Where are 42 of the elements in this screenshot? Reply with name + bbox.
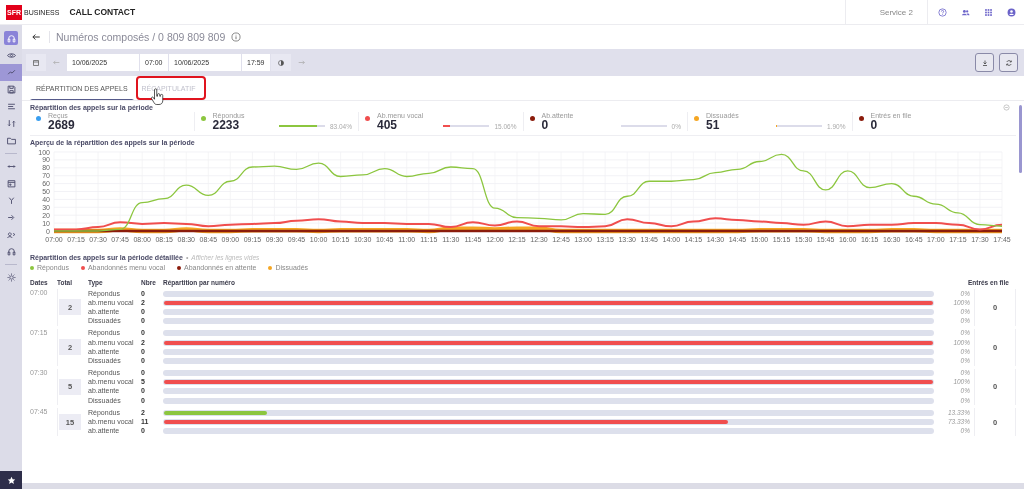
- user-icon: [6, 230, 16, 239]
- service-selector[interactable]: Service 2: [844, 0, 928, 24]
- account-icon[interactable]: [1007, 7, 1016, 17]
- stat-value: 51: [706, 119, 721, 131]
- calendar-icon: [6, 179, 16, 188]
- headset-icon: [6, 247, 16, 256]
- swap-icon: [6, 119, 16, 128]
- favorites-button[interactable]: [0, 471, 22, 489]
- trend-icon: [6, 68, 16, 77]
- download-icon: [980, 58, 989, 67]
- users-icon[interactable]: [961, 7, 970, 17]
- refresh-button[interactable]: [999, 53, 1018, 72]
- calendar-button[interactable]: [26, 54, 46, 71]
- gear-icon: [6, 273, 16, 282]
- horizontal-scrollbar[interactable]: [22, 483, 1024, 489]
- back-arrow-icon[interactable]: [31, 32, 41, 42]
- eye-icon: [6, 51, 16, 60]
- stat-value: 2233: [212, 119, 240, 131]
- stat-value: 2689: [48, 119, 75, 131]
- stat-value: 0: [541, 119, 550, 131]
- scrollbar-thumb[interactable]: [1019, 105, 1022, 173]
- arrow-icon: [6, 213, 16, 222]
- half-circle-icon: [277, 58, 285, 67]
- headset-icon: [6, 33, 16, 43]
- folder-icon: [6, 136, 16, 145]
- refresh-icon: [1004, 58, 1013, 67]
- floppy-icon: [6, 85, 16, 94]
- page-title: Numéros composés / 0 809 809 809: [49, 31, 226, 43]
- sidebar-item[interactable]: [4, 31, 18, 45]
- fork-icon: [6, 196, 16, 205]
- app-title: CALL CONTACT: [69, 7, 136, 17]
- stat-value: 0: [870, 119, 879, 131]
- list-icon: [6, 102, 16, 111]
- star-icon: [6, 475, 16, 485]
- info-icon[interactable]: [231, 32, 242, 42]
- arrows-icon: [6, 162, 16, 171]
- calendar-icon: [32, 58, 40, 67]
- help-icon[interactable]: [938, 7, 947, 17]
- period-button[interactable]: [271, 54, 291, 71]
- download-button[interactable]: [975, 53, 994, 72]
- apps-grid-icon[interactable]: [984, 7, 993, 17]
- stat-value: 405: [377, 119, 399, 131]
